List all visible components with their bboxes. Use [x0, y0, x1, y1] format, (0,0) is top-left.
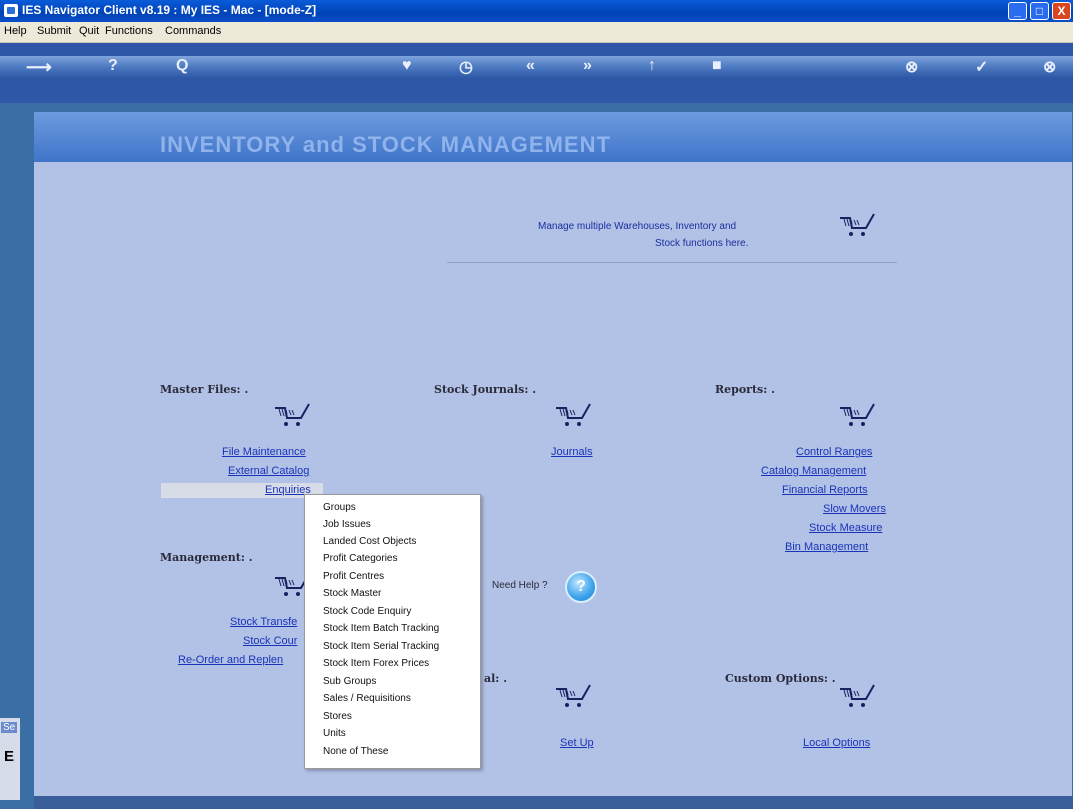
popup-item-forex-prices[interactable]: Stock Item Forex Prices	[323, 658, 429, 669]
title-bar: IES Navigator Client v8.19 : My IES - Ma…	[0, 0, 1073, 22]
minimize-button[interactable]: _	[1008, 2, 1027, 20]
popup-item-landed-cost-objects[interactable]: Landed Cost Objects	[323, 536, 416, 547]
heart-icon[interactable]: ♥	[402, 57, 412, 75]
help-icon[interactable]: ?	[108, 57, 118, 75]
search-icon[interactable]: Q	[176, 57, 188, 75]
popup-item-none-of-these[interactable]: None of These	[323, 746, 388, 757]
external-catalog-link[interactable]: External Catalog	[228, 465, 309, 477]
stock-transfer-link[interactable]: Stock Transfe	[230, 616, 297, 628]
setup-heading: al: .	[484, 672, 508, 685]
toolbar: ⟶ ? Q ♥ ◷ « » ↑ ■ ⊗ ✓ ⊗	[0, 43, 1073, 103]
popup-item-groups[interactable]: Groups	[323, 502, 356, 513]
popup-item-batch-tracking[interactable]: Stock Item Batch Tracking	[323, 623, 439, 634]
popup-item-sub-groups[interactable]: Sub Groups	[323, 676, 376, 687]
upload-icon[interactable]: ↑	[648, 57, 656, 75]
popup-item-stock-code-enquiry[interactable]: Stock Code Enquiry	[323, 606, 411, 617]
menu-submit[interactable]: Submit	[37, 25, 71, 37]
back-arrow-icon[interactable]: ⟶	[26, 57, 52, 78]
help-button[interactable]: ?	[565, 571, 597, 603]
setup-cart-icon	[556, 684, 591, 707]
local-options-link[interactable]: Local Options	[803, 737, 870, 749]
fast-forward-icon[interactable]: »	[583, 57, 592, 75]
menu-quit[interactable]: Quit	[79, 25, 99, 37]
description-line-2: Stock functions here.	[655, 238, 749, 249]
custom-options-heading: Custom Options: .	[725, 672, 836, 685]
popup-item-serial-tracking[interactable]: Stock Item Serial Tracking	[323, 641, 439, 652]
control-ranges-link[interactable]: Control Ranges	[796, 446, 872, 458]
description-divider	[447, 262, 897, 263]
stock-count-link[interactable]: Stock Cour	[243, 635, 297, 647]
menu-bar: Help Submit Quit Functions Commands	[0, 22, 1073, 43]
confirm-icon[interactable]: ✓	[975, 57, 988, 77]
popup-item-sales-requisitions[interactable]: Sales / Requisitions	[323, 693, 411, 704]
reorder-replenish-link[interactable]: Re-Order and Replen	[178, 654, 283, 666]
shopping-cart-icon	[840, 213, 875, 236]
menu-help[interactable]: Help	[4, 25, 27, 37]
page-title: INVENTORY and STOCK MANAGEMENT	[160, 132, 611, 157]
need-help-label: Need Help ?	[492, 580, 548, 591]
close-icon[interactable]: ⊗	[1043, 57, 1056, 77]
bin-management-link[interactable]: Bin Management	[785, 541, 868, 553]
reports-heading: Reports: .	[715, 383, 775, 396]
clock-icon[interactable]: ◷	[459, 57, 473, 77]
slow-movers-link[interactable]: Slow Movers	[823, 503, 886, 515]
stop-icon[interactable]: ■	[712, 57, 722, 75]
maximize-button[interactable]: □	[1030, 2, 1049, 20]
menu-commands[interactable]: Commands	[165, 25, 221, 37]
catalog-management-link[interactable]: Catalog Management	[761, 465, 866, 477]
popup-item-job-issues[interactable]: Job Issues	[323, 519, 371, 530]
master-files-heading: Master Files: .	[160, 383, 249, 396]
rewind-icon[interactable]: «	[526, 57, 535, 75]
stock-measure-link[interactable]: Stock Measure	[809, 522, 882, 534]
popup-item-profit-centres[interactable]: Profit Centres	[323, 571, 384, 582]
stock-journals-heading: Stock Journals: .	[434, 383, 537, 396]
menu-functions[interactable]: Functions	[105, 25, 153, 37]
status-strip	[34, 796, 1073, 809]
custom-options-cart-icon	[840, 684, 875, 707]
description-line-1: Manage multiple Warehouses, Inventory an…	[538, 221, 737, 232]
side-tab[interactable]: Se E	[0, 718, 20, 800]
popup-item-stock-master[interactable]: Stock Master	[323, 588, 381, 599]
management-heading: Management: .	[160, 551, 253, 564]
popup-item-profit-categories[interactable]: Profit Categories	[323, 553, 397, 564]
popup-item-units[interactable]: Units	[323, 728, 346, 739]
stock-journals-cart-icon	[556, 403, 591, 426]
master-files-cart-icon	[275, 403, 310, 426]
close-window-button[interactable]: X	[1052, 2, 1071, 20]
side-tab-letter: E	[4, 748, 15, 765]
cancel-icon[interactable]: ⊗	[905, 57, 918, 77]
reports-cart-icon	[840, 403, 875, 426]
page-banner: INVENTORY and STOCK MANAGEMENT	[34, 112, 1072, 162]
app-icon	[4, 4, 18, 17]
side-tab-label: Se	[1, 722, 18, 733]
setup-link[interactable]: Set Up	[560, 737, 594, 749]
popup-item-stores[interactable]: Stores	[323, 711, 352, 722]
enquiries-popup-menu: Groups Job Issues Landed Cost Objects Pr…	[304, 494, 481, 769]
financial-reports-link[interactable]: Financial Reports	[782, 484, 868, 496]
left-background	[0, 103, 34, 809]
journals-link[interactable]: Journals	[551, 446, 593, 458]
file-maintenance-link[interactable]: File Maintenance	[222, 446, 306, 458]
window-title: IES Navigator Client v8.19 : My IES - Ma…	[22, 3, 317, 17]
